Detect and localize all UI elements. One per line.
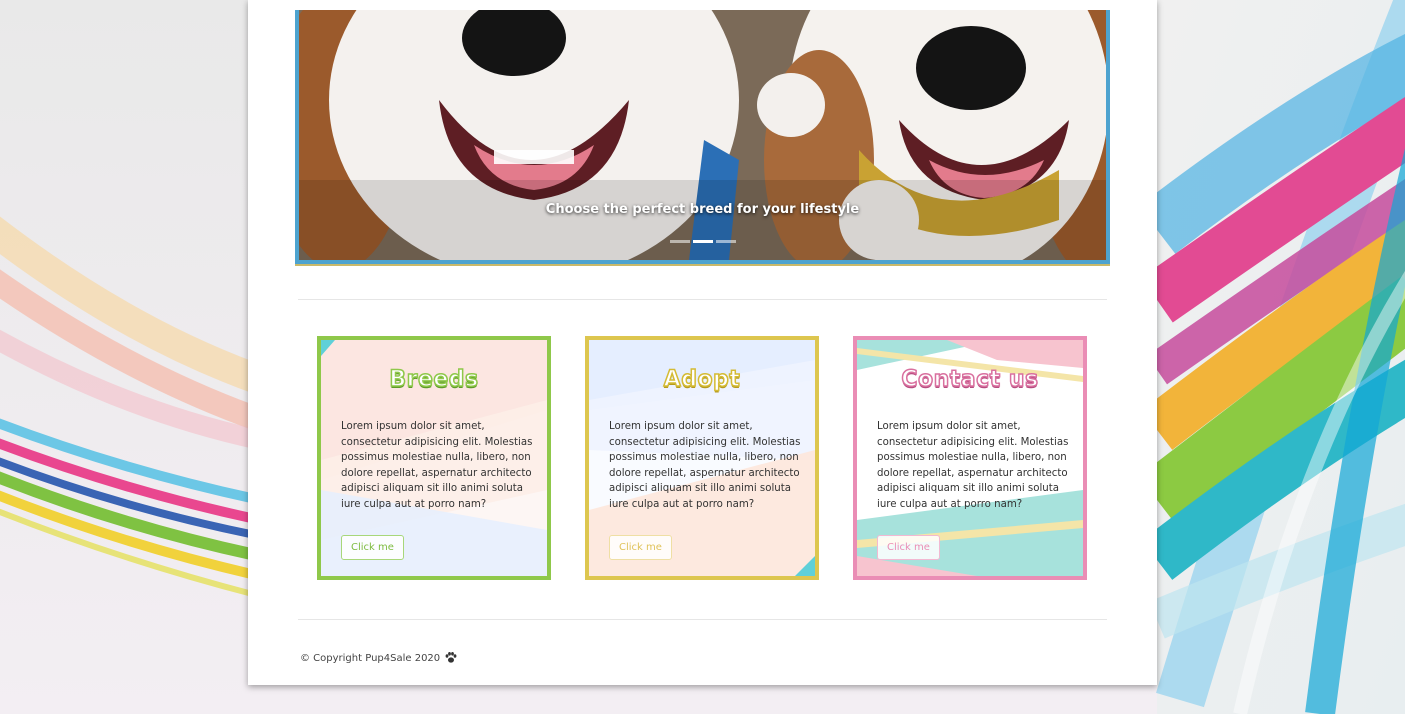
carousel-indicator-3[interactable] xyxy=(715,240,736,243)
page-container: Choose the perfect breed for your lifest… xyxy=(248,0,1157,685)
card-title: Contact us xyxy=(901,366,1039,393)
carousel-indicators xyxy=(299,240,1106,244)
card-text: Lorem ipsum dolor sit amet, consectetur … xyxy=(341,421,533,510)
footer-copyright: © Copyright Pup4Sale 2020 xyxy=(300,653,441,664)
carousel-caption: Choose the perfect breed for your lifest… xyxy=(545,202,860,217)
card-breeds: Breeds Lorem ipsum dolor sit amet, conse… xyxy=(317,336,551,580)
divider-bottom xyxy=(298,619,1107,620)
card-text: Lorem ipsum dolor sit amet, consectetur … xyxy=(609,421,801,510)
card-title: Adopt xyxy=(663,366,741,393)
card-title: Breeds xyxy=(389,366,479,393)
adopt-click-button[interactable]: Click me xyxy=(609,535,672,560)
hero-carousel[interactable]: Choose the perfect breed for your lifest… xyxy=(295,10,1110,264)
breeds-click-button[interactable]: Click me xyxy=(341,535,404,560)
carousel-dogs-image xyxy=(299,10,1106,260)
paw-icon xyxy=(445,652,457,663)
card-adopt: Adopt Lorem ipsum dolor sit amet, consec… xyxy=(585,336,819,580)
card-text: Lorem ipsum dolor sit amet, consectetur … xyxy=(877,421,1069,510)
card-contact-us: Contact us Lorem ipsum dolor sit amet, c… xyxy=(853,336,1087,580)
carousel-indicator-2[interactable] xyxy=(692,240,713,243)
carousel-indicator-1[interactable] xyxy=(669,240,690,243)
contact-click-button[interactable]: Click me xyxy=(877,535,940,560)
divider-top xyxy=(298,299,1107,300)
footer: © Copyright Pup4Sale 2020 xyxy=(300,652,457,664)
